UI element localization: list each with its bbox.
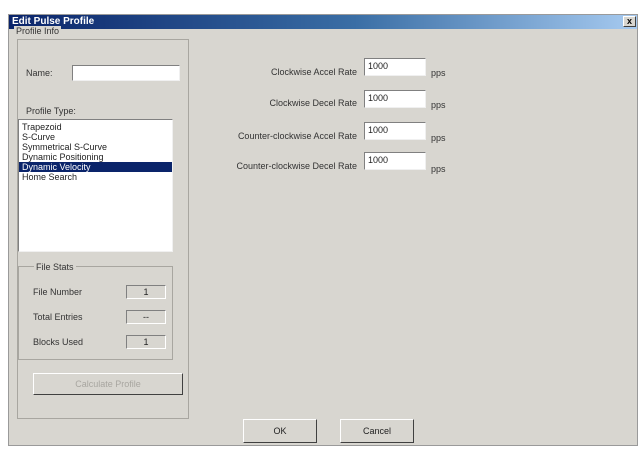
cw-decel-rate-input[interactable]: 1000: [364, 90, 426, 108]
name-label: Name:: [26, 68, 53, 78]
file-number-label: File Number: [33, 287, 83, 297]
blocks-used-label: Blocks Used: [33, 337, 84, 347]
ccw-accel-rate-label: Counter-clockwise Accel Rate: [237, 131, 357, 141]
profile-type-label: Profile Type:: [26, 106, 76, 116]
ccw-decel-rate-unit: pps: [431, 164, 446, 174]
file-stats-group: File Number 1 Total Entries -- Blocks Us…: [18, 266, 173, 360]
cw-decel-rate-label: Clockwise Decel Rate: [269, 98, 357, 108]
ccw-accel-rate-input[interactable]: 1000: [364, 122, 426, 140]
list-item-dynamic-velocity[interactable]: Dynamic Velocity: [19, 162, 172, 172]
profile-type-list[interactable]: Trapezoid S-Curve Symmetrical S-Curve Dy…: [18, 119, 173, 252]
profile-info-label: Profile Info: [14, 26, 62, 36]
list-item-s-curve[interactable]: S-Curve: [19, 132, 172, 142]
total-entries-label: Total Entries: [33, 312, 83, 322]
blocks-used-value: 1: [126, 335, 166, 349]
total-entries-value: --: [126, 310, 166, 324]
calculate-profile-button[interactable]: Calculate Profile: [33, 373, 183, 395]
ccw-decel-rate-label: Counter-clockwise Decel Rate: [236, 161, 357, 171]
cw-accel-rate-unit: pps: [431, 68, 446, 78]
list-item-symmetrical-s-curve[interactable]: Symmetrical S-Curve: [19, 142, 172, 152]
file-number-value: 1: [126, 285, 166, 299]
list-item-home-search[interactable]: Home Search: [19, 172, 172, 182]
list-item-dynamic-positioning[interactable]: Dynamic Positioning: [19, 152, 172, 162]
title-bar: Edit Pulse Profile x: [9, 15, 637, 29]
cw-decel-rate-unit: pps: [431, 100, 446, 110]
ccw-decel-rate-input[interactable]: 1000: [364, 152, 426, 170]
cw-accel-rate-label: Clockwise Accel Rate: [270, 67, 357, 77]
ok-button[interactable]: OK: [243, 419, 317, 443]
ccw-accel-rate-unit: pps: [431, 133, 446, 143]
list-item-trapezoid[interactable]: Trapezoid: [19, 122, 172, 132]
file-stats-label: File Stats: [34, 262, 76, 272]
cancel-button[interactable]: Cancel: [340, 419, 414, 443]
name-input[interactable]: [72, 65, 180, 81]
cw-accel-rate-input[interactable]: 1000: [364, 58, 426, 76]
close-button[interactable]: x: [623, 16, 636, 27]
